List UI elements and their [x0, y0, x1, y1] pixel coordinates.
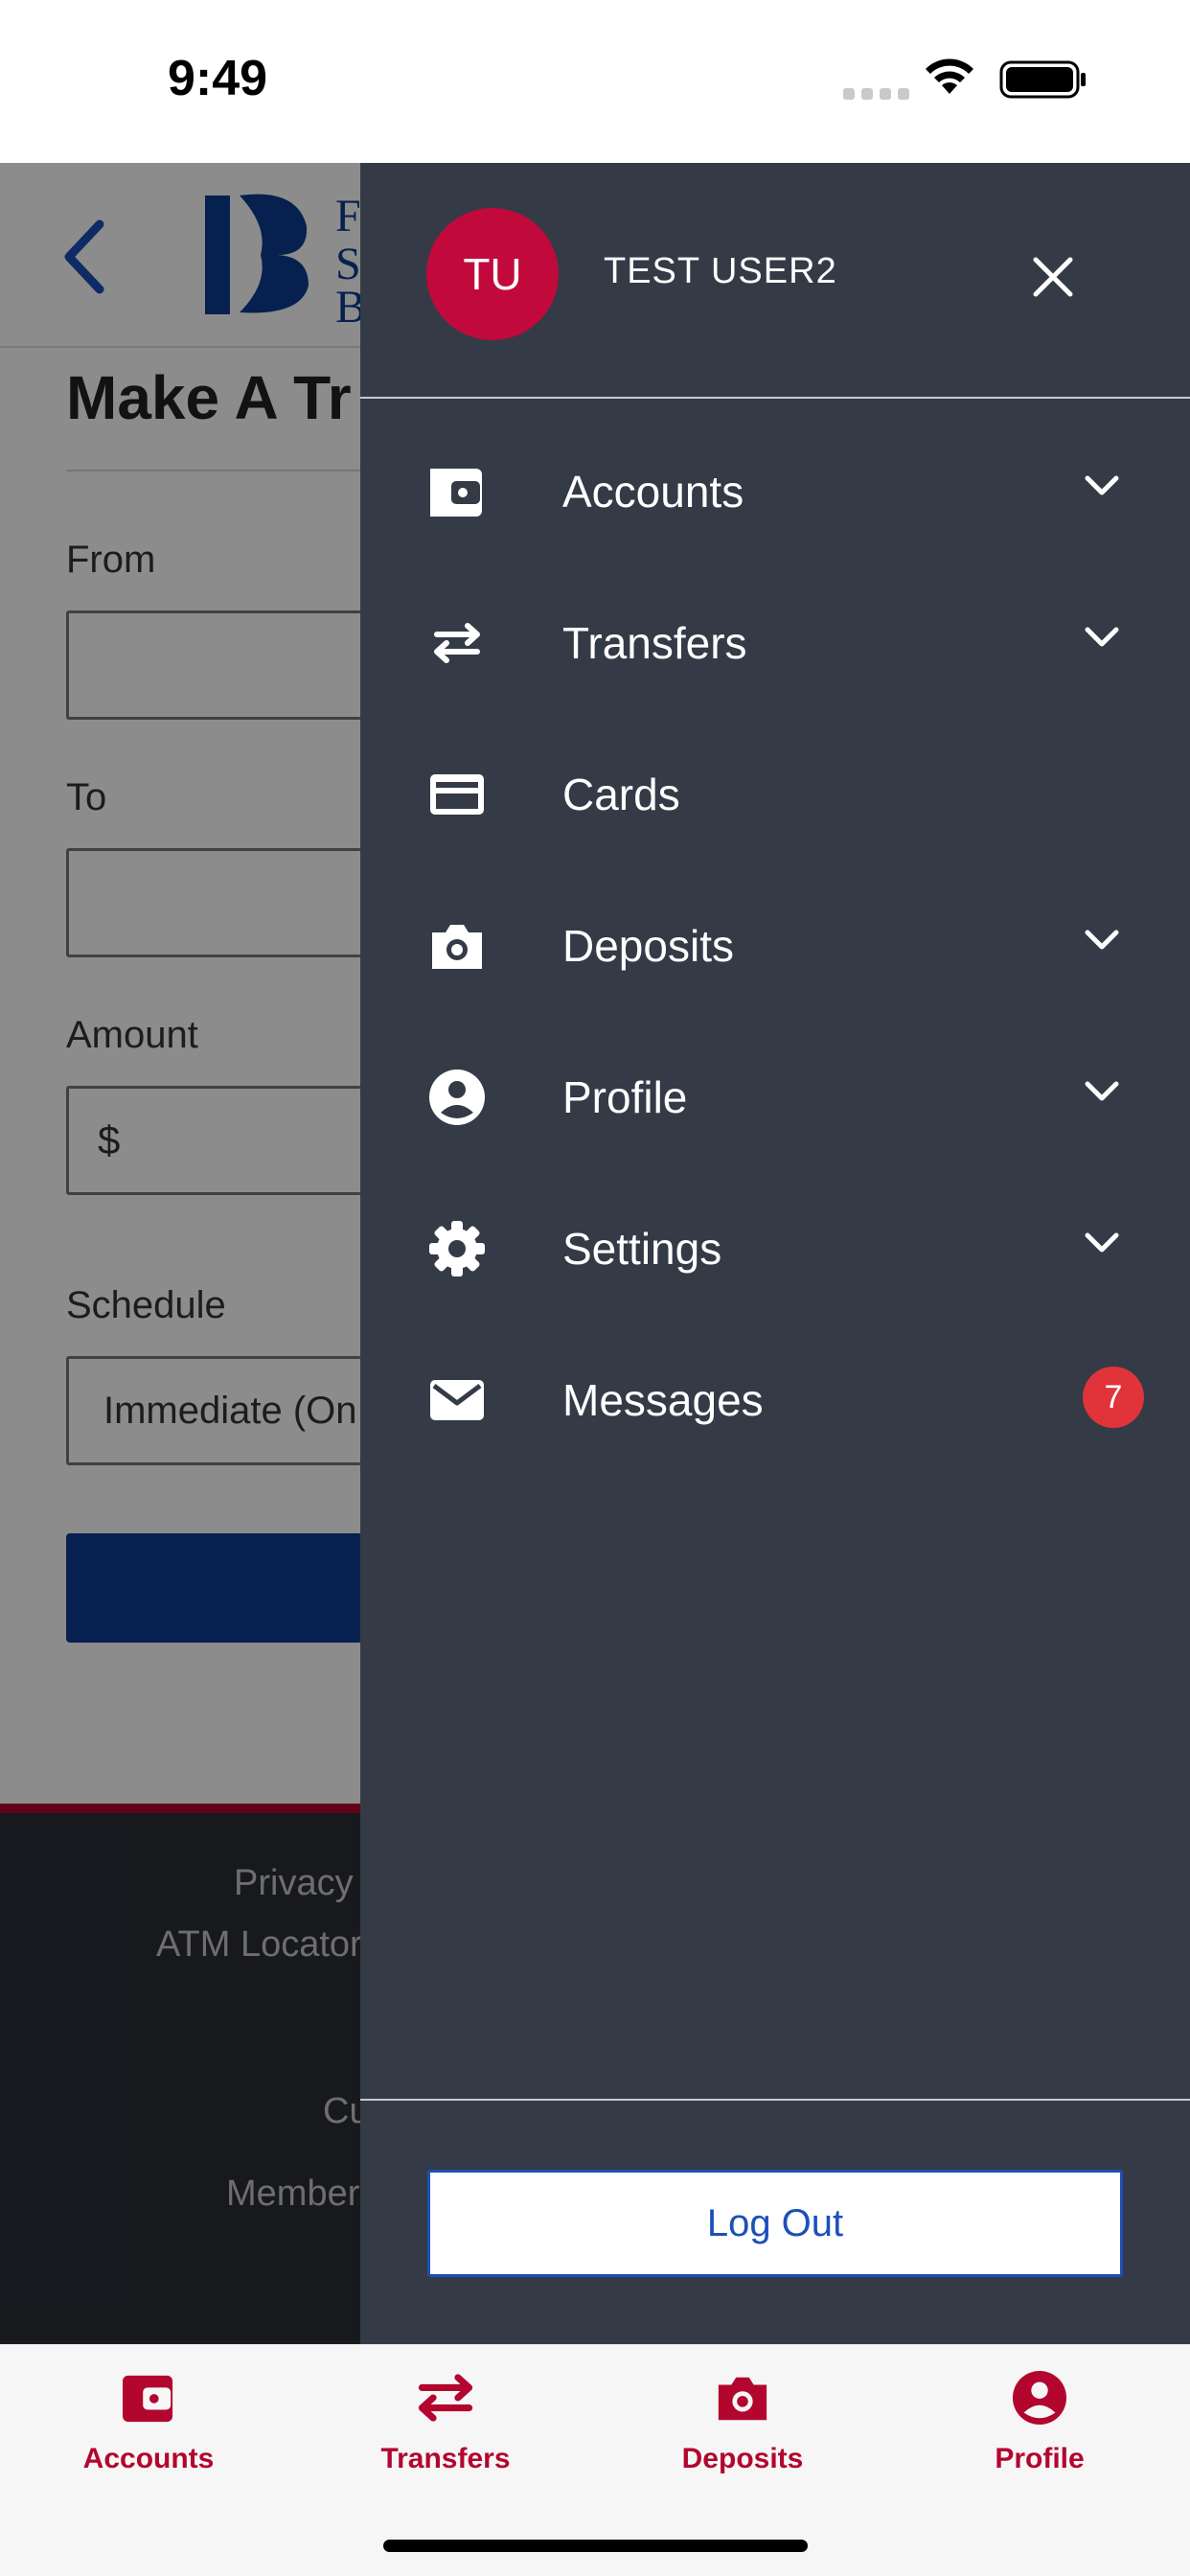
- chevron-down-icon: [1083, 1079, 1121, 1109]
- menu-item-accounts[interactable]: Accounts: [360, 414, 1190, 565]
- gear-icon: [427, 1219, 487, 1278]
- menu-label-profile: Profile: [562, 1072, 688, 1122]
- tab-accounts[interactable]: Accounts: [34, 2364, 263, 2489]
- camera-icon: [709, 2364, 776, 2431]
- menu-item-transfers[interactable]: Transfers: [360, 565, 1190, 717]
- tab-label-profile: Profile: [995, 2443, 1085, 2474]
- tab-transfers[interactable]: Transfers: [331, 2364, 561, 2489]
- menu-label-settings: Settings: [562, 1224, 722, 1274]
- chevron-down-icon: [1083, 1230, 1121, 1260]
- envelope-icon: [427, 1370, 487, 1430]
- chevron-down-icon: [1083, 625, 1121, 655]
- unread-messages-badge: 7: [1083, 1367, 1144, 1428]
- menu-label-deposits: Deposits: [562, 921, 734, 971]
- chevron-down-icon: [1083, 473, 1121, 503]
- status-time: 9:49: [168, 51, 268, 106]
- wifi-icon: [922, 56, 977, 101]
- menu-item-cards[interactable]: Cards: [360, 717, 1190, 868]
- menu-item-profile[interactable]: Profile: [360, 1020, 1190, 1171]
- drawer-header: TU TEST USER2: [360, 163, 1190, 399]
- drawer-divider: [360, 2099, 1190, 2101]
- menu-item-messages[interactable]: Messages 7: [360, 1322, 1190, 1474]
- tab-label-accounts: Accounts: [82, 2443, 215, 2474]
- tab-deposits[interactable]: Deposits: [628, 2364, 858, 2489]
- battery-icon: [999, 60, 1087, 104]
- wallet-icon: [427, 462, 487, 521]
- transfer-arrows-icon: [412, 2364, 479, 2431]
- wallet-icon: [115, 2364, 182, 2431]
- logout-button[interactable]: Log Out: [427, 2170, 1123, 2277]
- chevron-down-icon: [1083, 928, 1121, 957]
- navigation-drawer: TU TEST USER2 Accounts Transfers Cards D…: [360, 163, 1190, 2344]
- cellular-signal-icon: [843, 88, 909, 100]
- home-indicator[interactable]: [383, 2540, 808, 2552]
- transfer-arrows-icon: [427, 613, 487, 673]
- camera-icon: [427, 916, 487, 976]
- menu-label-transfers: Transfers: [562, 618, 747, 668]
- menu-item-settings[interactable]: Settings: [360, 1171, 1190, 1322]
- user-circle-icon: [427, 1068, 487, 1127]
- menu-label-cards: Cards: [562, 770, 680, 819]
- close-icon[interactable]: [1019, 243, 1087, 310]
- status-bar: 9:49: [0, 0, 1190, 163]
- credit-card-icon: [427, 765, 487, 824]
- avatar: TU: [426, 208, 559, 340]
- tab-label-transfers: Transfers: [380, 2443, 511, 2474]
- tab-label-deposits: Deposits: [681, 2443, 804, 2474]
- menu-label-accounts: Accounts: [562, 467, 744, 517]
- menu-item-deposits[interactable]: Deposits: [360, 868, 1190, 1020]
- tab-profile[interactable]: Profile: [925, 2364, 1155, 2489]
- menu-label-messages: Messages: [562, 1375, 764, 1425]
- user-circle-icon: [1006, 2364, 1073, 2431]
- user-name: TEST USER2: [604, 251, 837, 291]
